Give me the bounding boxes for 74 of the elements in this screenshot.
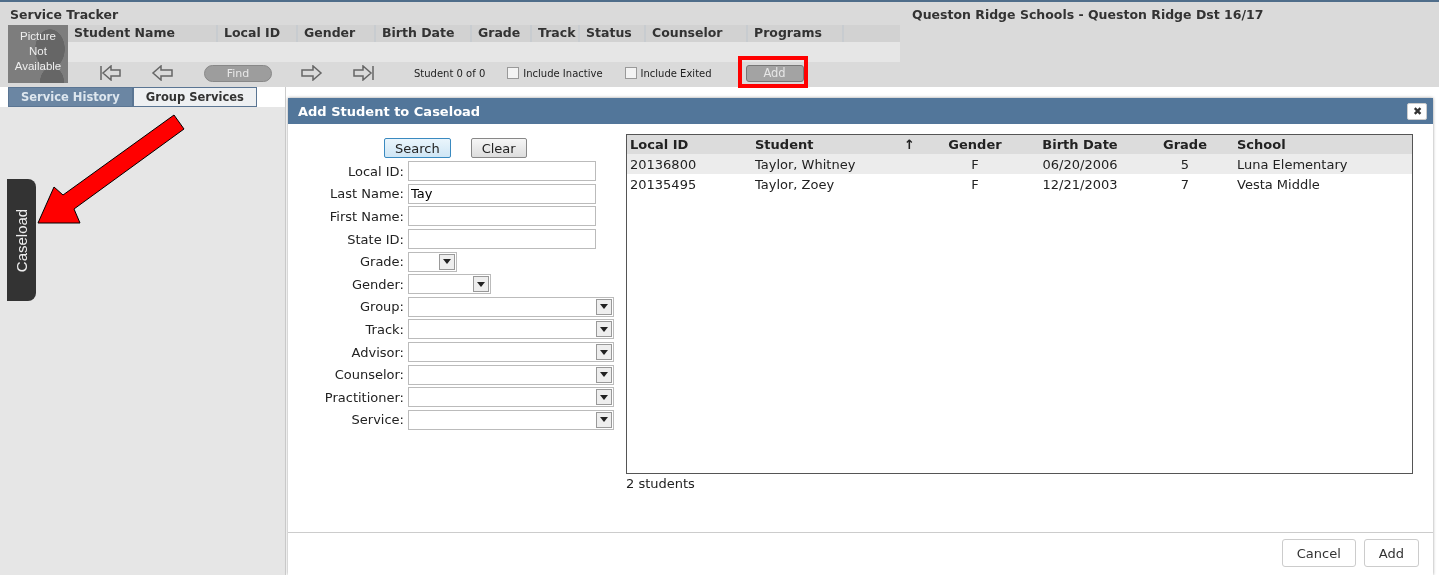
table-cell: 06/20/2006 [1042,156,1118,172]
table-cell: Vesta Middle [1237,176,1320,192]
caret-icon [443,259,451,265]
table-cell: 7 [1180,176,1190,192]
sort-icon[interactable]: ↑ [904,137,915,152]
caret-icon [600,304,608,310]
checkbox[interactable] [507,67,520,79]
previous-record-icon[interactable] [150,65,174,81]
dropdown[interactable] [408,274,491,295]
caseload-tab[interactable]: Caseload [7,179,36,301]
student-photo: Picture Not Available [8,25,68,83]
field-label: Group: [359,299,405,315]
field-label: First Name: [328,209,405,224]
table-cell: 5 [1180,156,1190,172]
field-label: Service: [350,412,405,428]
dropdown[interactable] [408,387,614,408]
next-record-icon[interactable] [300,65,324,81]
table-row[interactable]: 20135495 Taylor, Zoey F 12/21/2003 7 Vesta Middle [627,174,1412,194]
caret-icon [600,372,608,378]
dropdown[interactable] [408,342,614,363]
tab[interactable]: Group Services [132,87,257,107]
column-header[interactable]: School [1237,137,1286,152]
column-header[interactable]: Birth Date [1042,137,1118,152]
table-cell: Taylor, Zoey [755,176,835,192]
table-cell: 20136800 [630,156,697,172]
clear-button[interactable]: Clear [470,138,527,158]
input-field[interactable] [408,161,596,182]
dropdown[interactable] [408,296,614,317]
input-field[interactable]: Tay [408,183,596,204]
field-label: Local ID: [346,163,405,179]
checkbox-label: Include Exited [640,67,712,79]
input-field[interactable] [408,229,596,250]
caret-icon [477,281,485,287]
app-title: Service Tracker [9,6,120,24]
search-button[interactable]: Search [384,138,451,158]
dropdown[interactable] [408,409,614,430]
table-cell: 12/21/2003 [1042,176,1118,192]
caret-icon [600,349,608,355]
district-name: Queston Ridge Schools - Queston Ridge Dst 16/17 [911,6,1265,22]
first-record-icon[interactable] [98,65,122,81]
dialog-title: Add Student to Caseload [298,103,481,119]
close-button[interactable]: ✖ [1407,102,1427,120]
field-label: Last Name: [329,186,405,202]
dropdown[interactable] [408,251,457,272]
column-header[interactable]: Student [755,137,814,152]
last-record-icon[interactable] [352,65,376,81]
checkbox[interactable] [624,67,637,79]
table-cell: F [971,176,979,192]
caret-icon [600,394,608,400]
column-header[interactable]: Grade [1163,137,1207,152]
table-cell: 20135495 [630,176,697,192]
field-label: Practitioner: [323,389,405,405]
column-header[interactable]: Local ID [630,137,689,152]
caret-icon [600,326,608,332]
table-cell: Luna Elementary [1237,156,1348,172]
result-count: 2 students [626,476,696,491]
checkbox-label: Include Inactive [523,67,603,79]
record-count: Student 0 of 0 [414,67,486,79]
field-label: Counselor: [333,367,405,383]
table-cell: F [971,156,979,172]
field-label: State ID: [346,231,405,247]
dropdown[interactable] [408,319,614,340]
dialog-button[interactable]: Cancel [1281,539,1356,567]
column-header[interactable]: Gender [948,137,1002,152]
field-label: Grade: [359,254,405,270]
dropdown[interactable] [408,364,614,385]
table-row[interactable]: 20136800 Taylor, Whitney F 06/20/2006 5 Luna Elementary [627,154,1412,174]
field-label: Gender: [350,276,405,292]
field-label: Advisor: [350,344,405,360]
dialog-button[interactable]: Add [1363,539,1419,567]
field-label: Track: [364,321,405,337]
table-cell: Taylor, Whitney [755,156,856,172]
input-field[interactable] [408,206,596,227]
caret-icon [600,417,608,423]
